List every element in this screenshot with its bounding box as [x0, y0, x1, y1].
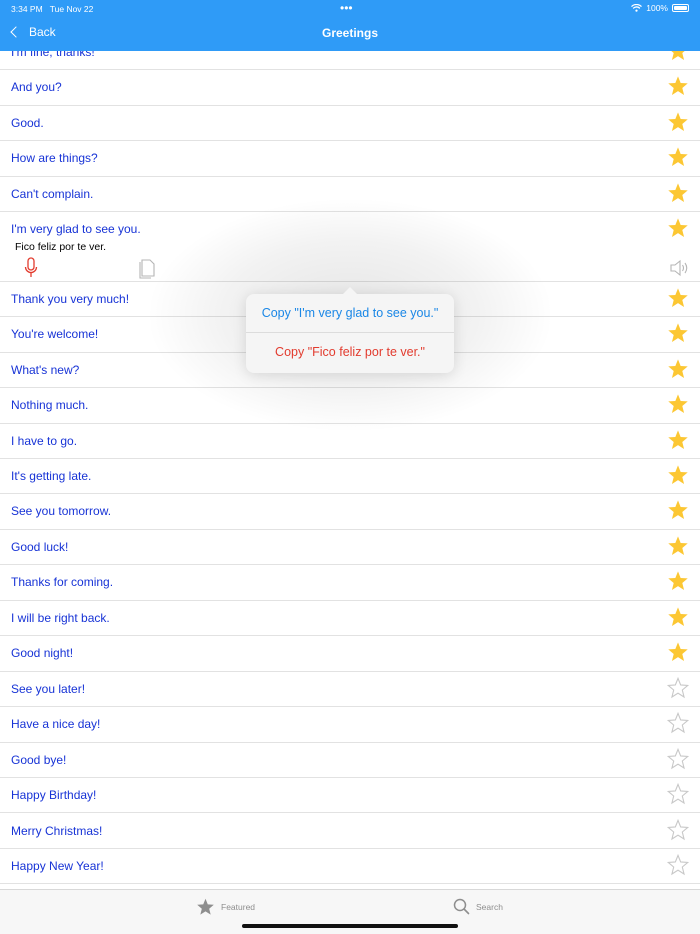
- phrase-text: Can't complain.: [11, 186, 94, 201]
- status-right: 100%: [631, 3, 689, 13]
- star-filled-icon[interactable]: [667, 570, 689, 592]
- phrase-row[interactable]: Good bye!: [0, 743, 700, 779]
- phrase-row[interactable]: How are things?: [0, 141, 700, 177]
- tab-featured[interactable]: Featured: [196, 898, 255, 916]
- phrase-text: And you?: [11, 80, 62, 95]
- star-filled-icon[interactable]: [667, 606, 689, 628]
- tab-search-label: Search: [476, 901, 503, 912]
- phrase-text: Good luck!: [11, 539, 69, 554]
- phrase-text: Thank you very much!: [11, 291, 130, 306]
- translation-text: Fico feliz por te ver.: [15, 241, 107, 254]
- phrase-row[interactable]: Good.: [0, 106, 700, 142]
- star-filled-icon[interactable]: [667, 535, 689, 557]
- tab-search[interactable]: Search: [453, 898, 503, 915]
- star-icon: [197, 898, 214, 915]
- star-outline-icon[interactable]: [667, 676, 689, 699]
- phrase-row[interactable]: Good night!: [0, 636, 700, 672]
- star-filled-icon[interactable]: [667, 464, 689, 486]
- star-filled-icon[interactable]: [667, 499, 689, 521]
- star-filled-icon[interactable]: [667, 111, 689, 133]
- phrase-text: It's getting late.: [11, 469, 92, 483]
- wifi-icon: [631, 4, 643, 12]
- star-outline-icon[interactable]: [667, 818, 689, 841]
- phrase-text: I will be right back.: [11, 610, 110, 625]
- star-outline-icon[interactable]: [667, 712, 689, 734]
- phrase-text: Nothing much.: [11, 398, 89, 413]
- status-time: 3:34 PM Tue Nov 22: [11, 4, 94, 14]
- star-filled-icon[interactable]: [667, 429, 689, 451]
- copy-menu: Copy "I'm very glad to see you." Copy "F…: [246, 287, 454, 373]
- copy-icon[interactable]: [138, 257, 156, 279]
- phrase-row[interactable]: And you?: [0, 70, 700, 106]
- phrase-text: Thanks for coming.: [11, 575, 114, 590]
- phrase-text: What's new?: [11, 362, 80, 377]
- phrase-text: Happy Birthday!: [11, 788, 97, 803]
- phrase-row[interactable]: Happy Birthday!: [0, 778, 700, 814]
- phrase-row[interactable]: See you later!: [0, 672, 700, 708]
- star-filled-icon[interactable]: [667, 287, 689, 309]
- star-filled-icon[interactable]: [667, 393, 689, 415]
- phrase-text: Good.: [11, 115, 44, 130]
- nav-bar: Back Greetings: [0, 17, 700, 51]
- header: 3:34 PM Tue Nov 22 ••• 100% Back Greetin…: [0, 0, 700, 51]
- speaker-icon[interactable]: [669, 259, 689, 277]
- star-outline-icon[interactable]: [667, 783, 689, 805]
- star-filled-icon[interactable]: [667, 641, 689, 663]
- phrase-row[interactable]: It's getting late.: [0, 459, 700, 495]
- star-outline-icon[interactable]: [667, 747, 689, 770]
- phrase-text: How are things?: [11, 151, 98, 166]
- page-title: Greetings: [321, 26, 378, 40]
- phrase-text: Have a nice day!: [11, 717, 101, 732]
- phrase-row[interactable]: Thanks for coming.: [0, 565, 700, 601]
- phrase-text: See you later!: [11, 681, 86, 696]
- phrase-text: Happy New Year!: [11, 858, 104, 873]
- star-filled-icon[interactable]: [667, 75, 689, 97]
- battery-percent: 100%: [646, 3, 668, 13]
- star-filled-icon[interactable]: [667, 322, 689, 344]
- phrase-text: I'm very glad to see you.: [11, 222, 141, 237]
- phrase-text: Merry Christmas!: [11, 823, 103, 838]
- phrase-row[interactable]: Have a nice day!: [0, 707, 700, 743]
- phrase-text: Good night!: [11, 646, 74, 661]
- copy-english-item[interactable]: Copy "I'm very glad to see you.": [246, 294, 454, 333]
- copy-translation-item[interactable]: Copy "Fico feliz por te ver.": [246, 333, 454, 372]
- phrase-text: I'm fine, thanks!: [11, 51, 95, 59]
- phrase-row[interactable]: Happy New Year!: [0, 849, 700, 885]
- microphone-icon[interactable]: [23, 257, 39, 279]
- star-filled-icon[interactable]: [667, 217, 689, 239]
- phrase-text: I have to go.: [11, 433, 78, 448]
- phrase-text: Good bye!: [11, 752, 67, 767]
- star-outline-icon[interactable]: [667, 853, 689, 876]
- phrase-row[interactable]: I will be right back.: [0, 601, 700, 637]
- phrase-row[interactable]: Merry Christmas!: [0, 814, 700, 849]
- home-indicator: [242, 924, 458, 928]
- star-filled-icon[interactable]: [667, 51, 689, 62]
- star-filled-icon[interactable]: [667, 358, 689, 380]
- phrase-list[interactable]: I'm fine, thanks! And you? Good. How are th…: [0, 51, 700, 889]
- tab-featured-label: Featured: [221, 902, 256, 912]
- phrase-text: You're welcome!: [11, 327, 99, 342]
- phrase-row[interactable]: I'm fine, thanks!: [0, 51, 700, 71]
- phrase-text: See you tomorrow.: [11, 504, 112, 519]
- star-filled-icon[interactable]: [667, 182, 689, 204]
- phrase-row[interactable]: See you tomorrow.: [0, 494, 700, 530]
- multitask-dots[interactable]: •••: [340, 1, 353, 15]
- search-icon: [453, 898, 470, 915]
- status-bar: 3:34 PM Tue Nov 22 ••• 100%: [0, 0, 700, 17]
- battery-icon: [672, 4, 689, 12]
- star-filled-icon[interactable]: [667, 146, 689, 168]
- phrase-row[interactable]: Good luck!: [0, 530, 700, 566]
